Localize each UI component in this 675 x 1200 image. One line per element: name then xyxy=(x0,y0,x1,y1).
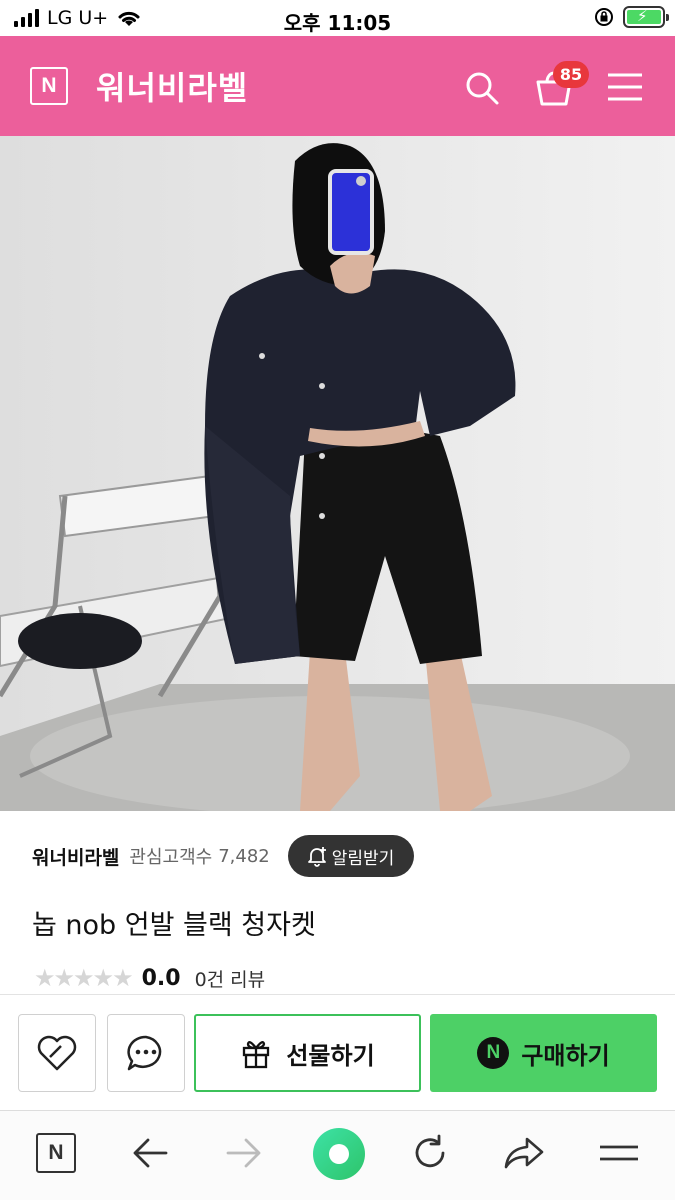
notify-button-label: 알림받기 xyxy=(331,848,395,869)
buy-button-label: 구매하기 xyxy=(521,1041,610,1070)
green-dot-icon xyxy=(313,1128,365,1180)
browser-menu-button[interactable] xyxy=(597,1131,641,1175)
seller-info-row: 워너비라벨 관심고객수 7,482 알림받기 xyxy=(32,835,415,877)
naver-pay-icon: N xyxy=(477,1037,510,1069)
product-photo[interactable] xyxy=(0,136,675,811)
back-button[interactable] xyxy=(128,1131,172,1175)
notify-button[interactable]: 알림받기 xyxy=(287,835,415,877)
bell-plus-icon xyxy=(307,847,326,867)
gift-icon xyxy=(243,1041,270,1069)
browser-toolbar: N xyxy=(0,1110,675,1200)
arrow-left-icon xyxy=(133,1138,168,1168)
share-arrow-icon xyxy=(504,1137,544,1169)
orientation-lock-icon xyxy=(595,8,613,26)
review-count[interactable]: 0건 리뷰 xyxy=(195,965,266,992)
gift-button-label: 선물하기 xyxy=(286,1041,375,1070)
rating-stars-icon: ★★★★★ xyxy=(34,964,134,992)
followers-count: 7,482 xyxy=(218,845,270,867)
followers-label: 관심고객수 xyxy=(129,847,213,868)
wishlist-button[interactable] xyxy=(18,1014,96,1092)
heart-icon xyxy=(37,1035,77,1071)
gift-button[interactable]: 선물하기 xyxy=(194,1014,421,1092)
green-dot-button[interactable] xyxy=(312,1127,366,1181)
product-title: 놉 nob 언발 블랙 청자켓 xyxy=(32,910,316,941)
talk-button[interactable] xyxy=(107,1014,185,1092)
naver-home-icon: N xyxy=(36,1133,76,1173)
menu-icon[interactable] xyxy=(606,70,644,104)
seller-name[interactable]: 워너비라벨 xyxy=(32,843,119,870)
status-time: 오후 11:05 xyxy=(283,11,392,35)
naver-logo-icon[interactable]: N xyxy=(30,67,68,105)
search-icon[interactable] xyxy=(462,68,502,108)
cart-count-badge: 85 xyxy=(553,61,589,88)
status-bar: LG U+ 오후 11:05 ⚡ xyxy=(0,0,675,36)
buy-button[interactable]: N 구매하기 xyxy=(430,1014,657,1092)
menu-lines-icon xyxy=(600,1145,638,1161)
rating-row[interactable]: ★★★★★ 0.0 0건 리뷰 xyxy=(34,964,265,992)
arrow-right-icon xyxy=(226,1138,261,1168)
chat-bubble-icon xyxy=(127,1035,162,1071)
refresh-icon xyxy=(415,1134,445,1168)
share-button[interactable] xyxy=(502,1131,546,1175)
rating-value: 0.0 xyxy=(141,965,181,991)
status-right: ⚡ xyxy=(593,6,669,28)
forward-button[interactable] xyxy=(222,1131,266,1175)
battery-icon: ⚡ xyxy=(623,6,669,28)
home-button[interactable]: N xyxy=(34,1131,78,1175)
app-header: N 워너비라벨 85 xyxy=(0,36,675,136)
store-name[interactable]: 워너비라벨 xyxy=(96,63,248,109)
refresh-button[interactable] xyxy=(408,1131,452,1175)
purchase-action-bar: 선물하기 N 구매하기 xyxy=(0,994,675,1110)
